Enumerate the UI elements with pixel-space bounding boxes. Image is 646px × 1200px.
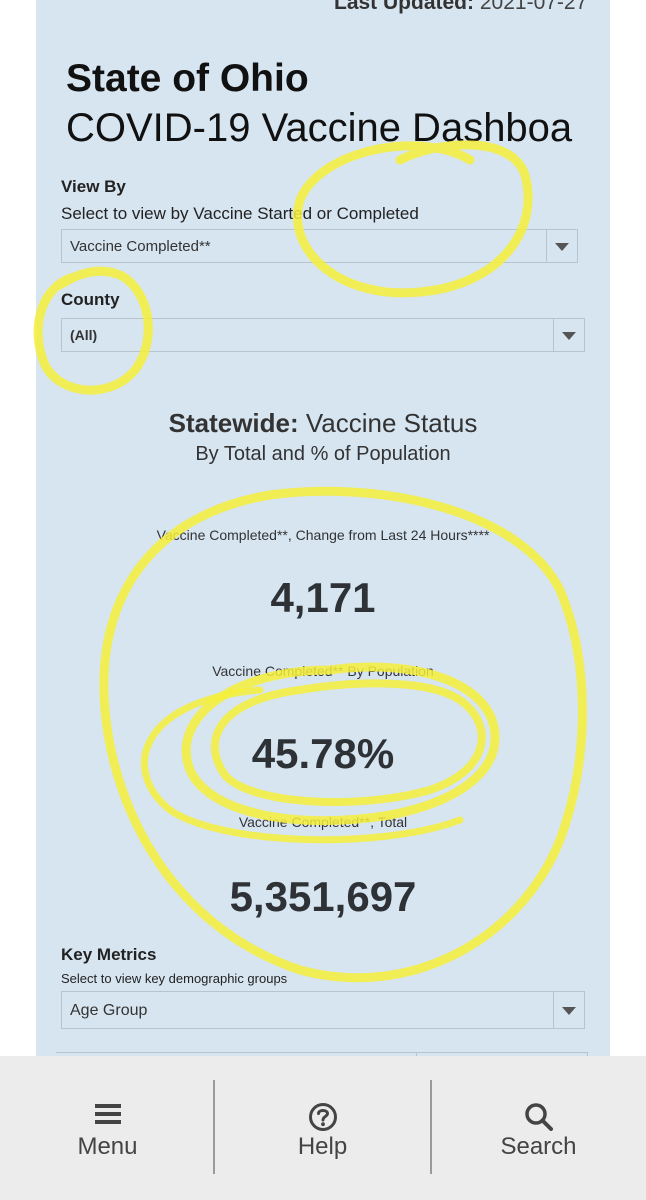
statewide-bold: Statewide: [168,408,299,438]
nav-menu-label: Menu [77,1133,138,1160]
bottom-navigation: Menu Help Search [0,1056,646,1200]
help-icon [308,1102,338,1137]
chevron-down-icon [555,243,569,251]
dropdown-divider [546,230,547,262]
last-updated: Last Updated: 2021-07-27 [334,0,587,15]
view-by-dropdown[interactable]: Vaccine Completed** [61,229,578,263]
nav-search-label: Search [500,1133,577,1160]
metric-value-total: 5,351,697 [229,873,417,920]
dropdown-divider [553,992,554,1028]
statewide-subtitle: By Total and % of Population [195,443,451,465]
nav-help-label: Help [297,1133,348,1160]
page-title: State of Ohio [66,57,309,100]
statewide-heading: Statewide: Vaccine Status [36,408,610,439]
chevron-down-icon [562,1007,576,1015]
view-by-help-text: Select to view by Vaccine Started or Com… [61,204,419,223]
dropdown-divider [553,319,554,351]
metric-value-change: 4,171 [270,574,376,621]
menu-icon [94,1102,122,1131]
search-icon [524,1102,554,1137]
key-metrics-help-text: Select to view key demographic groups [61,971,288,986]
key-metrics-label: Key Metrics [61,945,157,964]
page-subtitle: COVID-19 Vaccine Dashboa [66,106,573,150]
nav-help-button[interactable]: Help [215,1056,430,1200]
nav-menu-button[interactable]: Menu [0,1056,215,1200]
county-selected: (All) [70,327,98,343]
view-by-selected: Vaccine Completed** [70,238,211,255]
statewide-rest: Vaccine Status [305,408,478,438]
nav-search-button[interactable]: Search [431,1056,646,1200]
last-updated-label: Last Updated: [334,0,475,14]
metric-value-population: 45.78% [251,730,395,777]
metric-label-total: Vaccine Completed**, Total [238,814,408,830]
dashboard-panel: Last Updated: 2021-07-27 State of Ohio C… [36,0,610,1060]
chevron-down-icon [562,332,576,340]
last-updated-value: 2021-07-27 [479,0,588,14]
county-label: County [61,290,120,309]
key-metrics-dropdown[interactable]: Age Group [61,991,585,1029]
metric-label-change: Vaccine Completed**, Change from Last 24… [156,527,490,543]
county-dropdown[interactable]: (All) [61,318,585,352]
key-metrics-selected: Age Group [70,1002,148,1019]
metric-label-population: Vaccine Completed** By Population [212,663,434,679]
view-by-label: View By [61,177,126,196]
